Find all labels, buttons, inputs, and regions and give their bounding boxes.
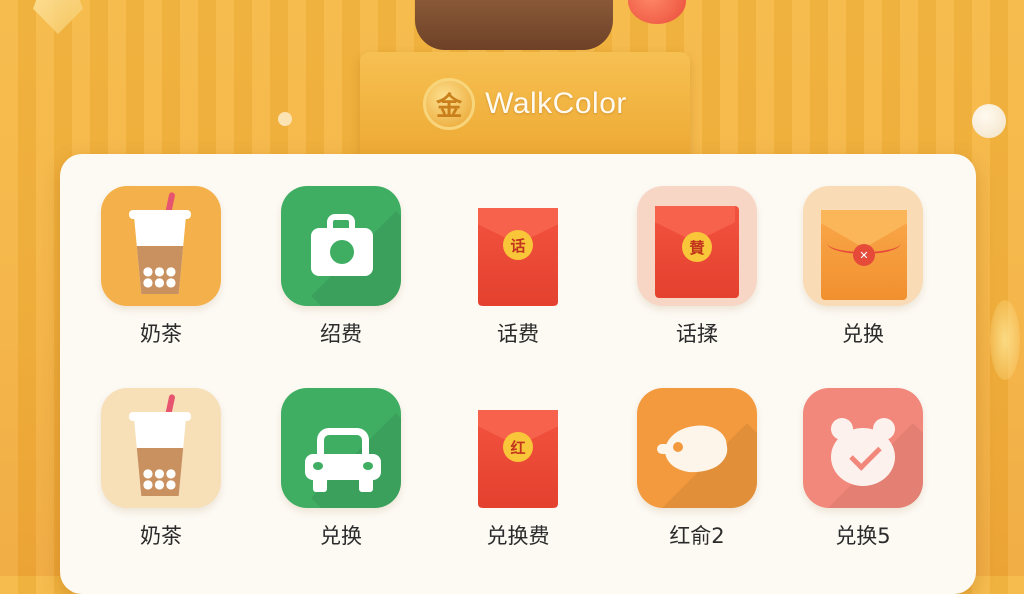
reward-item-tag[interactable]: 红俞2 bbox=[612, 388, 782, 550]
decor-gem bbox=[33, 0, 83, 34]
orange-envelope-icon: ✕ bbox=[803, 186, 923, 306]
milk-tea-icon: ●●● ●●● bbox=[101, 186, 221, 306]
tag-icon bbox=[637, 388, 757, 508]
reward-label: 话费 bbox=[497, 322, 539, 346]
camera-icon bbox=[281, 186, 401, 306]
reward-item-camera[interactable]: 绍费 bbox=[256, 186, 426, 348]
reward-label: 绍费 bbox=[320, 322, 362, 346]
red-envelope-icon: 红 bbox=[458, 388, 578, 508]
gold-coin-logo-icon: 金 bbox=[423, 78, 476, 130]
reward-item-red-envelope[interactable]: 賛 话揉 bbox=[612, 186, 782, 348]
reward-label: 兑换 bbox=[842, 322, 884, 346]
bear-check-icon bbox=[803, 388, 923, 508]
reward-item-bear[interactable]: 兑换5 bbox=[778, 388, 948, 550]
brand-banner: 金 WalkColor bbox=[360, 52, 690, 156]
car-icon bbox=[281, 388, 401, 508]
reward-item-car[interactable]: 兑换 bbox=[256, 388, 426, 550]
milk-tea-icon: ●●● ●●● bbox=[101, 388, 221, 508]
reward-item-milk-tea[interactable]: ●●● ●●● 奶茶 bbox=[76, 186, 246, 348]
machine-handle bbox=[415, 0, 613, 50]
reward-item-exchange-fee[interactable]: 红 兑换费 bbox=[433, 388, 603, 550]
reward-label: 话揉 bbox=[676, 322, 718, 346]
red-envelope-icon: 賛 bbox=[637, 186, 757, 306]
reward-label: 兑换 bbox=[320, 524, 362, 548]
decor-pearl bbox=[972, 104, 1006, 138]
reward-panel: ●●● ●●● 奶茶 绍费 话 话费 賛 话揉 ✕ 兑换 ●●● ●●● 奶茶 … bbox=[60, 154, 976, 594]
reward-item-phone-bill[interactable]: 话 话费 bbox=[433, 186, 603, 348]
reward-label: 奶茶 bbox=[140, 322, 182, 346]
brand-name: WalkColor bbox=[485, 87, 627, 120]
decor-red-ball bbox=[628, 0, 686, 24]
reward-label: 兑换费 bbox=[486, 524, 550, 548]
reward-label: 奶茶 bbox=[140, 524, 182, 548]
red-envelope-icon: 话 bbox=[458, 186, 578, 306]
decor-dot bbox=[278, 112, 292, 126]
reward-grid: ●●● ●●● 奶茶 绍费 话 话费 賛 话揉 ✕ 兑换 ●●● ●●● 奶茶 … bbox=[60, 154, 976, 594]
reward-label: 红俞2 bbox=[669, 524, 725, 548]
reward-item-exchange-envelope[interactable]: ✕ 兑换 bbox=[778, 186, 948, 348]
reward-label: 兑换5 bbox=[835, 524, 891, 548]
reward-item-milk-tea-2[interactable]: ●●● ●●● 奶茶 bbox=[76, 388, 246, 550]
decor-glow bbox=[990, 300, 1020, 380]
